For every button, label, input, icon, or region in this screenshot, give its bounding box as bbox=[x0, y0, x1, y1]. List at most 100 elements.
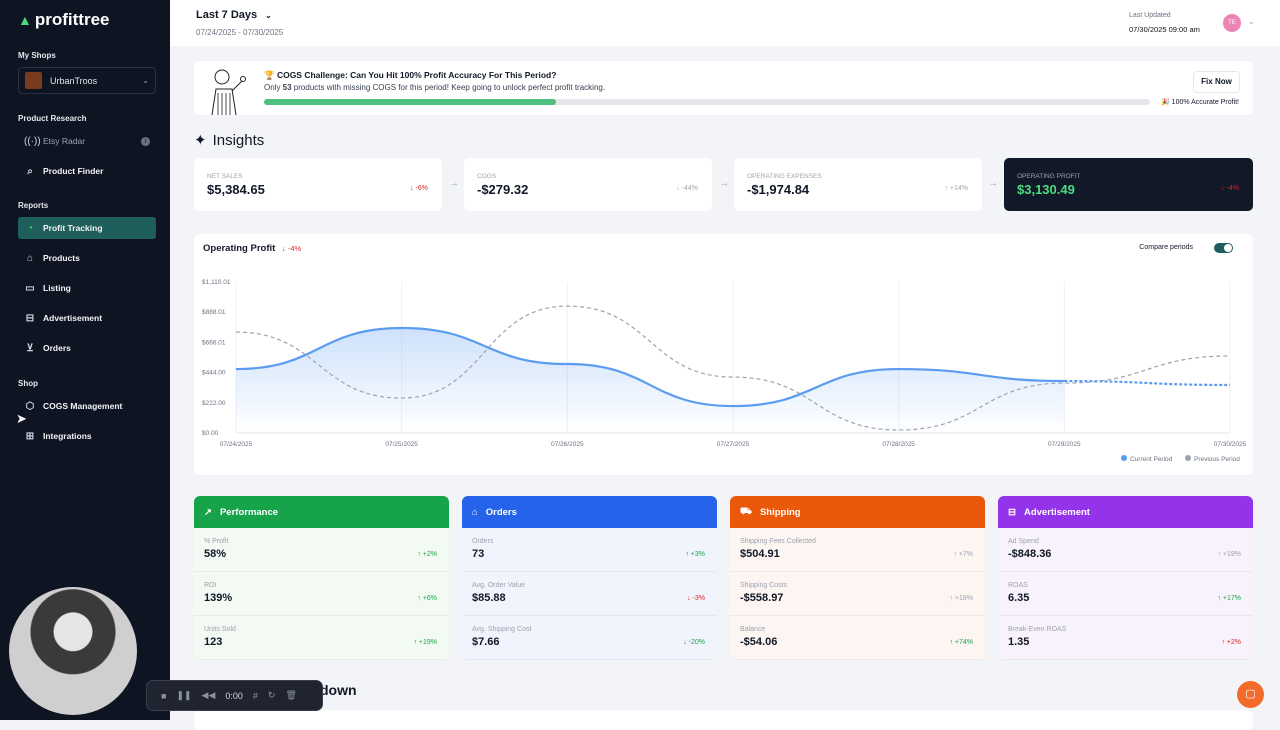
fix-now-button[interactable]: Fix Now bbox=[1193, 71, 1240, 93]
metric-row: Ad Spend-$848.36↑ +19% bbox=[998, 528, 1253, 572]
trash-icon[interactable]: 🗑 bbox=[285, 690, 296, 701]
ads-icon: ⊟ bbox=[24, 313, 36, 324]
arrow-right-icon: → bbox=[719, 178, 729, 189]
metric-change: ↑ +17% bbox=[1217, 595, 1241, 602]
sidebar-item-advertisement[interactable]: ⊟ Advertisement bbox=[18, 307, 156, 329]
illustration-girl bbox=[202, 65, 250, 115]
stop-icon[interactable]: ■ bbox=[161, 691, 166, 701]
metric-value: 139% bbox=[204, 592, 232, 604]
chat-icon: ▢ bbox=[1245, 688, 1255, 700]
recording-time: 0:00 bbox=[225, 691, 243, 701]
last-updated-value: 07/30/2025 09:00 am bbox=[1129, 25, 1200, 34]
tree-icon: ▲ bbox=[18, 12, 32, 28]
grid-icon[interactable]: # bbox=[253, 691, 258, 701]
progress-fill bbox=[264, 99, 556, 105]
metric-value: -$558.97 bbox=[740, 592, 783, 604]
group-header: ⊟Advertisement bbox=[998, 496, 1253, 528]
metric-change: ↑ +19% bbox=[1217, 551, 1241, 558]
metric-label: % Profit bbox=[204, 538, 229, 545]
bag-icon: ⌂ bbox=[472, 507, 478, 518]
reports-label: Reports bbox=[18, 201, 48, 210]
kpi-value: -$279.32 bbox=[477, 182, 528, 197]
metric-label: Avg. Shipping Cost bbox=[472, 626, 531, 633]
period-selector[interactable]: Last 7 Days⌄ bbox=[196, 9, 272, 21]
metric-row: Avg. Order Value$85.88↓ -3% bbox=[462, 572, 717, 616]
y-tick-label: $444.00 bbox=[202, 370, 226, 377]
restart-icon[interactable]: ↻ bbox=[268, 690, 276, 701]
sidebar-item-profit-tracking[interactable]: ◔Profit Tracking bbox=[18, 217, 156, 239]
sidebar-item-integrations[interactable]: ⊞Integrations bbox=[18, 425, 156, 447]
sidebar-item-listing[interactable]: ▭Listing bbox=[18, 277, 156, 299]
y-tick-label: $222.00 bbox=[202, 400, 226, 407]
trend-up-icon: ↗ bbox=[204, 507, 212, 518]
missing-count: 53 bbox=[283, 83, 292, 92]
logo[interactable]: ▲profittree bbox=[18, 10, 109, 30]
legend-swatch bbox=[1185, 455, 1191, 461]
metric-change: ↑ +74% bbox=[949, 639, 973, 646]
chevron-down-icon: ⌄ bbox=[265, 11, 272, 20]
nav-label: Product Finder bbox=[43, 166, 103, 176]
metric-value: 123 bbox=[204, 636, 222, 648]
chevron-down-icon[interactable]: ⌄ bbox=[1248, 17, 1255, 26]
arrow-right-icon: → bbox=[449, 178, 459, 189]
metric-value: -$54.06 bbox=[740, 636, 777, 648]
sidebar-item-etsy-radar[interactable]: ((·))Etsy Radari bbox=[18, 130, 156, 152]
progress-bar bbox=[264, 99, 1150, 105]
metric-label: Balance bbox=[740, 626, 765, 633]
group-title: Orders bbox=[486, 507, 517, 518]
sidebar-item-cogs-management[interactable]: ⬡COGS Management bbox=[18, 395, 156, 417]
x-tick-label: 07/24/2025 bbox=[220, 441, 253, 448]
bag-icon: ⌂ bbox=[24, 253, 36, 264]
nav-label: Advertisement bbox=[43, 313, 102, 323]
last-updated-label: Last Updated bbox=[1129, 12, 1171, 19]
webcam-overlay bbox=[9, 587, 137, 715]
x-tick-label: 07/26/2025 bbox=[551, 441, 584, 448]
sidebar-item-orders[interactable]: ⊻Orders bbox=[18, 337, 156, 359]
metric-change: ↑ +2% bbox=[417, 551, 437, 558]
chat-button[interactable]: ▢ bbox=[1237, 681, 1264, 708]
metric-label: Shipping Costs bbox=[740, 582, 787, 589]
x-tick-label: 07/25/2025 bbox=[385, 441, 418, 448]
group-title: Advertisement bbox=[1024, 507, 1090, 518]
kpi-value: $3,130.49 bbox=[1017, 182, 1075, 197]
y-tick-label: $0.00 bbox=[202, 430, 219, 437]
rewind-icon[interactable]: ◀◀ bbox=[202, 690, 216, 701]
insights-heading: ✦Insights bbox=[194, 131, 264, 149]
kpi-operating-expenses[interactable]: OPERATING EXPENSES-$1,974.84↑ +14% bbox=[734, 158, 982, 211]
sidebar-item-products[interactable]: ⌂Products bbox=[18, 247, 156, 269]
group-title: Shipping bbox=[760, 507, 801, 518]
product-research-label: Product Research bbox=[18, 114, 86, 123]
kpi-cogs[interactable]: COGS-$279.32↓ -44% bbox=[464, 158, 712, 211]
metric-label: ROAS bbox=[1008, 582, 1028, 589]
user-avatar[interactable]: TE bbox=[1223, 14, 1241, 32]
pause-icon[interactable]: ❚❚ bbox=[176, 690, 191, 701]
nav-label: Etsy Radar bbox=[43, 136, 85, 146]
kpi-operating-profit[interactable]: OPERATING PROFIT$3,130.49↓ -4% bbox=[1004, 158, 1253, 211]
kpi-net-sales[interactable]: NET SALES$5,384.65↓ -6% bbox=[194, 158, 442, 211]
group-shipping: ⛟ShippingShipping Fees Collected$504.91↑… bbox=[730, 496, 985, 660]
operating-profit-chart-card: Operating Profit ↓ -4% Compare periods 0… bbox=[194, 234, 1253, 475]
kpi-change: ↑ +14% bbox=[944, 185, 968, 192]
truck-icon: ⛟ bbox=[740, 506, 752, 518]
x-tick-label: 07/30/2025 bbox=[1214, 441, 1247, 448]
y-tick-label: $666.01 bbox=[202, 339, 226, 346]
shop-thumbnail bbox=[25, 72, 42, 89]
chevron-down-icon: ⌄ bbox=[142, 76, 149, 85]
kpi-label: OPERATING PROFIT bbox=[1017, 173, 1080, 180]
kpi-label: NET SALES bbox=[207, 173, 243, 180]
nav-label: Profit Tracking bbox=[43, 223, 103, 233]
metric-label: Units Sold bbox=[204, 626, 236, 633]
metric-change: ↑ +6% bbox=[417, 595, 437, 602]
search-icon: ⌕ bbox=[24, 166, 36, 177]
shop-selector[interactable]: UrbanTroos⌄ bbox=[18, 67, 156, 94]
sidebar-item-product-finder[interactable]: ⌕ Product Finder bbox=[18, 160, 156, 182]
x-tick-label: 07/28/2025 bbox=[882, 441, 915, 448]
group-header: ⌂ Orders bbox=[462, 496, 717, 528]
metric-change: ↑ +19% bbox=[413, 639, 437, 646]
info-icon[interactable]: i bbox=[141, 137, 150, 146]
group-performance: ↗Performance% Profit58%↑ +2%ROI139%↑ +6%… bbox=[194, 496, 449, 660]
metric-row: Avg. Shipping Cost$7.66↓ -20% bbox=[462, 616, 717, 660]
kpi-label: COGS bbox=[477, 173, 496, 180]
metric-label: Ad Spend bbox=[1008, 538, 1039, 545]
sparkle-icon: ✦ bbox=[194, 131, 207, 149]
